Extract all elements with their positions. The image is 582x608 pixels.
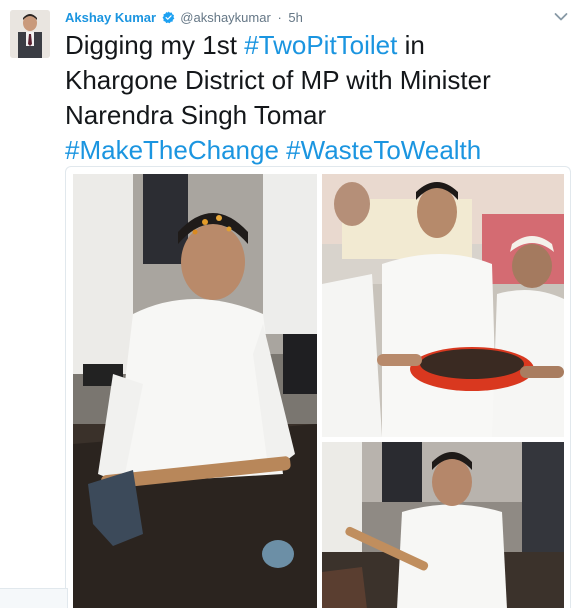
tweet-text-line-4: #MakeTheChange #WasteToWealth <box>65 133 570 168</box>
tweet-card: Akshay Kumar @akshaykumar · 5h Digging m… <box>0 0 582 608</box>
photo-digging-pit[interactable] <box>73 174 317 608</box>
media-grid <box>65 166 571 608</box>
timestamp-link[interactable]: 5h <box>288 10 302 25</box>
hashtag-link-twopittoilet[interactable]: #TwoPitToilet <box>244 30 397 60</box>
separator-dot: · <box>277 10 282 25</box>
photo-holding-compost-bowl[interactable] <box>322 174 564 437</box>
display-name[interactable]: Akshay Kumar <box>65 10 156 25</box>
verified-badge-icon <box>162 11 175 24</box>
user-handle[interactable]: @akshaykumar <box>180 10 271 25</box>
hashtag-link-wastetowealth[interactable]: #WasteToWealth <box>286 135 481 165</box>
avatar[interactable] <box>10 10 50 58</box>
tweet-text-line-3: Narendra Singh Tomar <box>65 100 327 130</box>
tweet-text: Digging my 1st #TwoPitToilet in Khargone… <box>65 28 570 168</box>
bottom-left-panel-edge <box>0 588 68 608</box>
tweet-text-line-1: Digging my 1st #TwoPitToilet in <box>65 30 425 60</box>
chevron-down-icon[interactable] <box>554 12 568 22</box>
hashtag-link-makethechange[interactable]: #MakeTheChange <box>65 135 279 165</box>
tweet-text-line-2: Khargone District of MP with Minister <box>65 65 491 95</box>
photo-digging-closeup[interactable] <box>322 442 564 608</box>
tweet-header: Akshay Kumar @akshaykumar · 5h <box>65 9 303 27</box>
